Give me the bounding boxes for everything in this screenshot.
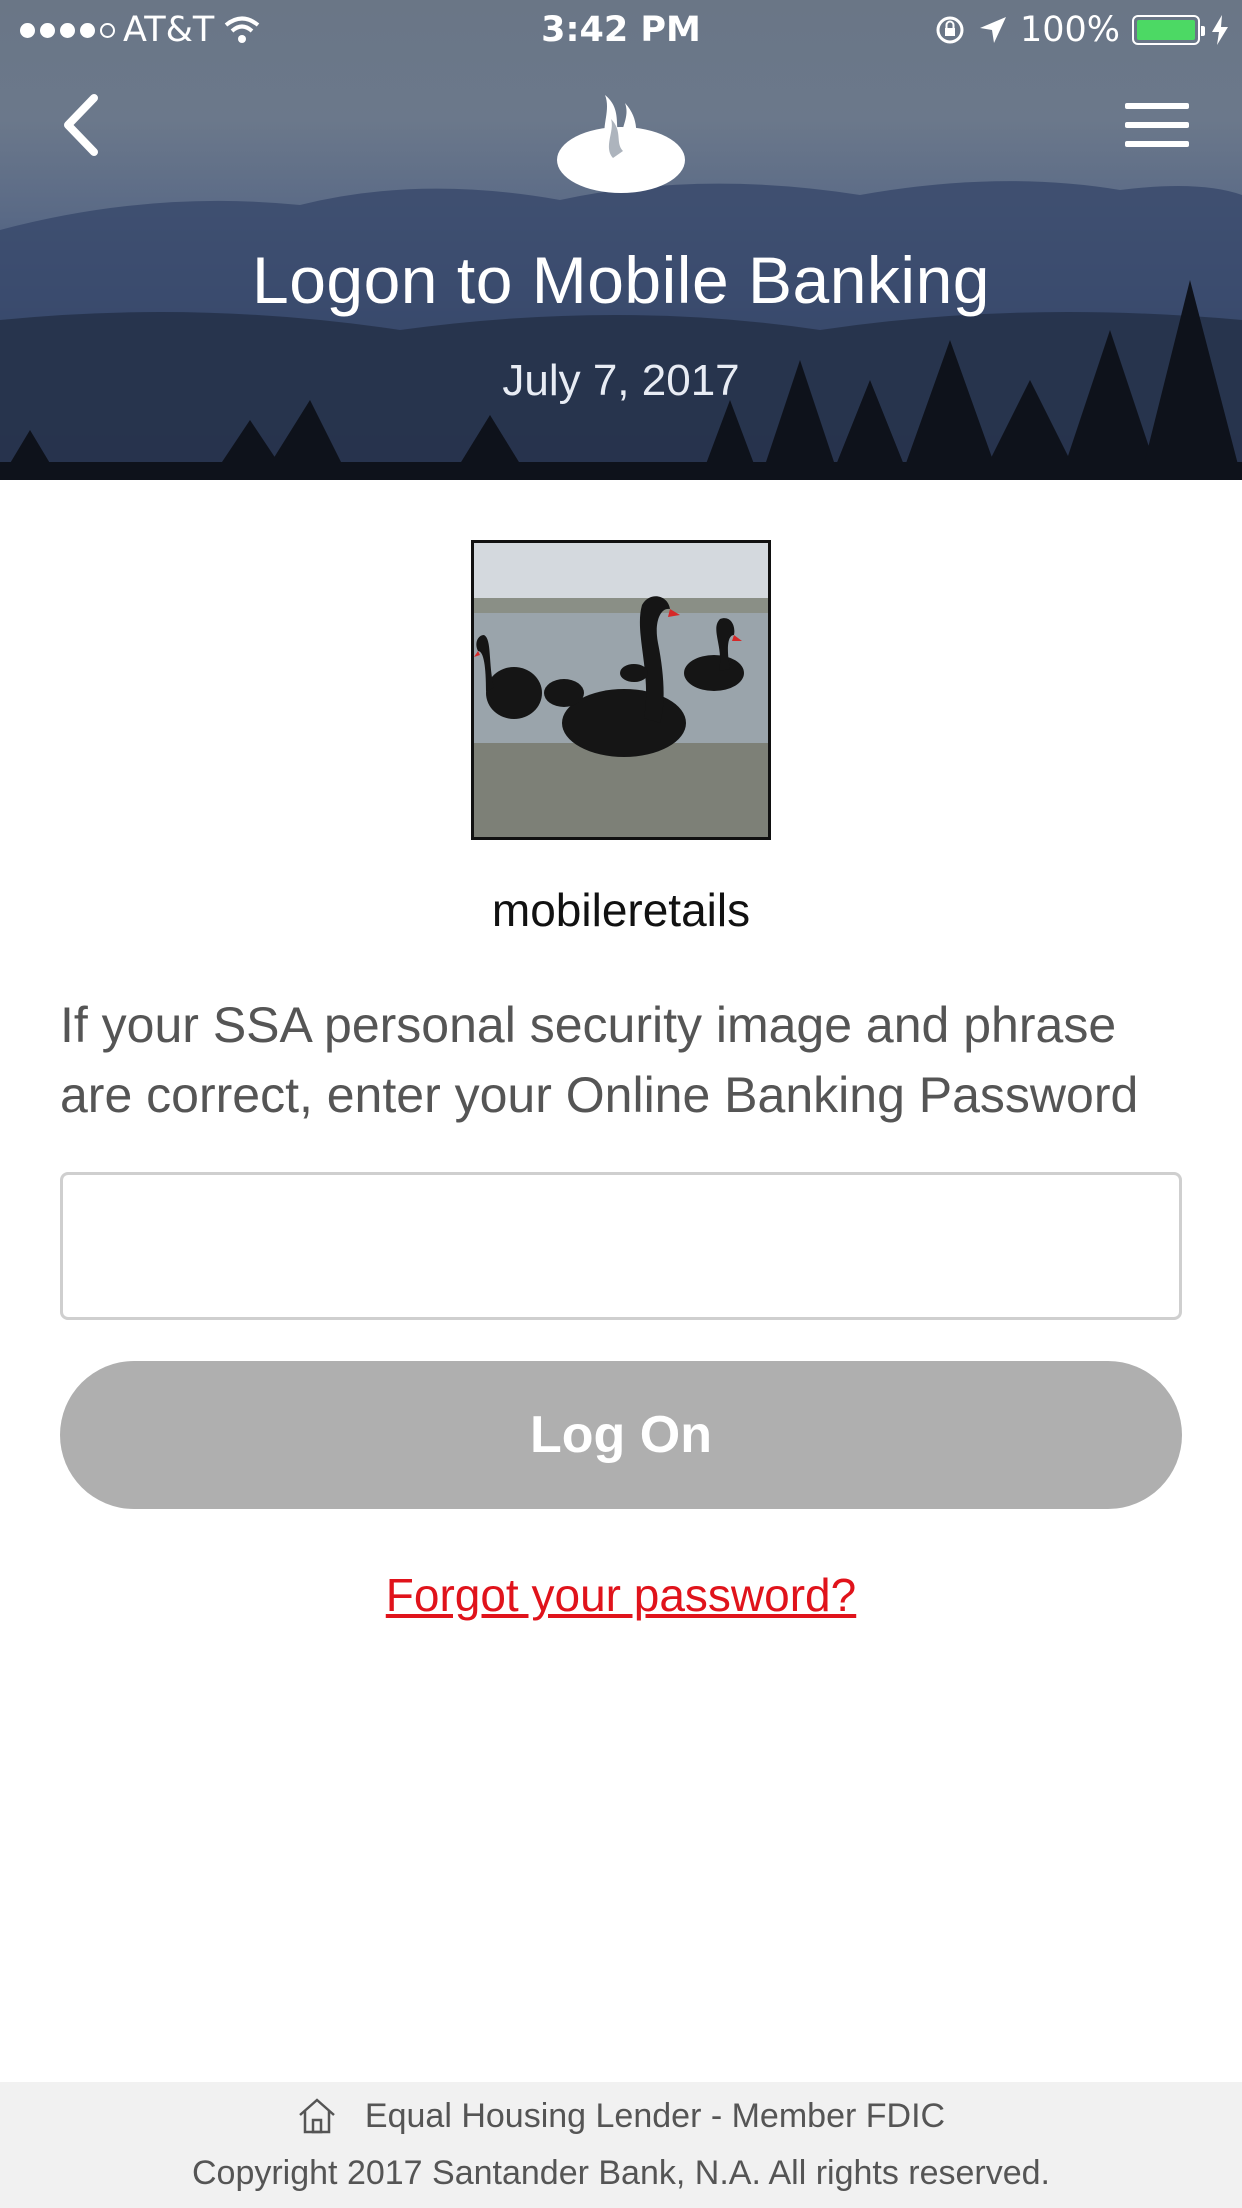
battery-percent: 100% — [1019, 10, 1120, 50]
password-instructions: If your SSA personal security image and … — [60, 997, 1139, 1123]
page-date: July 7, 2017 — [502, 356, 740, 405]
copyright-text: Copyright 2017 Santander Bank, N.A. All … — [191, 2154, 1051, 2192]
password-field[interactable] — [60, 1172, 1182, 1320]
equal-housing-text: Equal Housing Lender - Member FDIC — [364, 2096, 946, 2135]
battery-icon — [1132, 15, 1205, 45]
hamburger-menu-icon — [1125, 103, 1189, 109]
house-icon — [299, 2098, 335, 2134]
location-arrow-icon — [979, 17, 1006, 43]
hamburger-menu-button[interactable] — [1122, 95, 1192, 155]
page-title: Logon to Mobile Banking — [251, 243, 990, 317]
back-button[interactable] — [50, 90, 110, 160]
mountain-scenery — [0, 181, 1242, 480]
black-swans-photo — [474, 543, 768, 837]
footer: Equal Housing Lender - Member FDIC Copyr… — [0, 2082, 1242, 2208]
logon-button[interactable]: Log On — [60, 1361, 1182, 1509]
security-image — [471, 540, 771, 840]
orientation-lock-icon — [936, 16, 964, 44]
username-label: mobileretails — [491, 884, 751, 936]
charging-bolt-icon — [1212, 15, 1228, 45]
status-bar: AT&T 3:42 PM 100% — [0, 0, 1242, 60]
header-banner: AT&T 3:42 PM 100% Logon to Mobile Bankin… — [0, 0, 1242, 480]
forgot-password-link[interactable]: Forgot your password? — [0, 1568, 1242, 1622]
chevron-left-icon — [64, 94, 98, 156]
flame-logo-icon — [557, 95, 685, 193]
